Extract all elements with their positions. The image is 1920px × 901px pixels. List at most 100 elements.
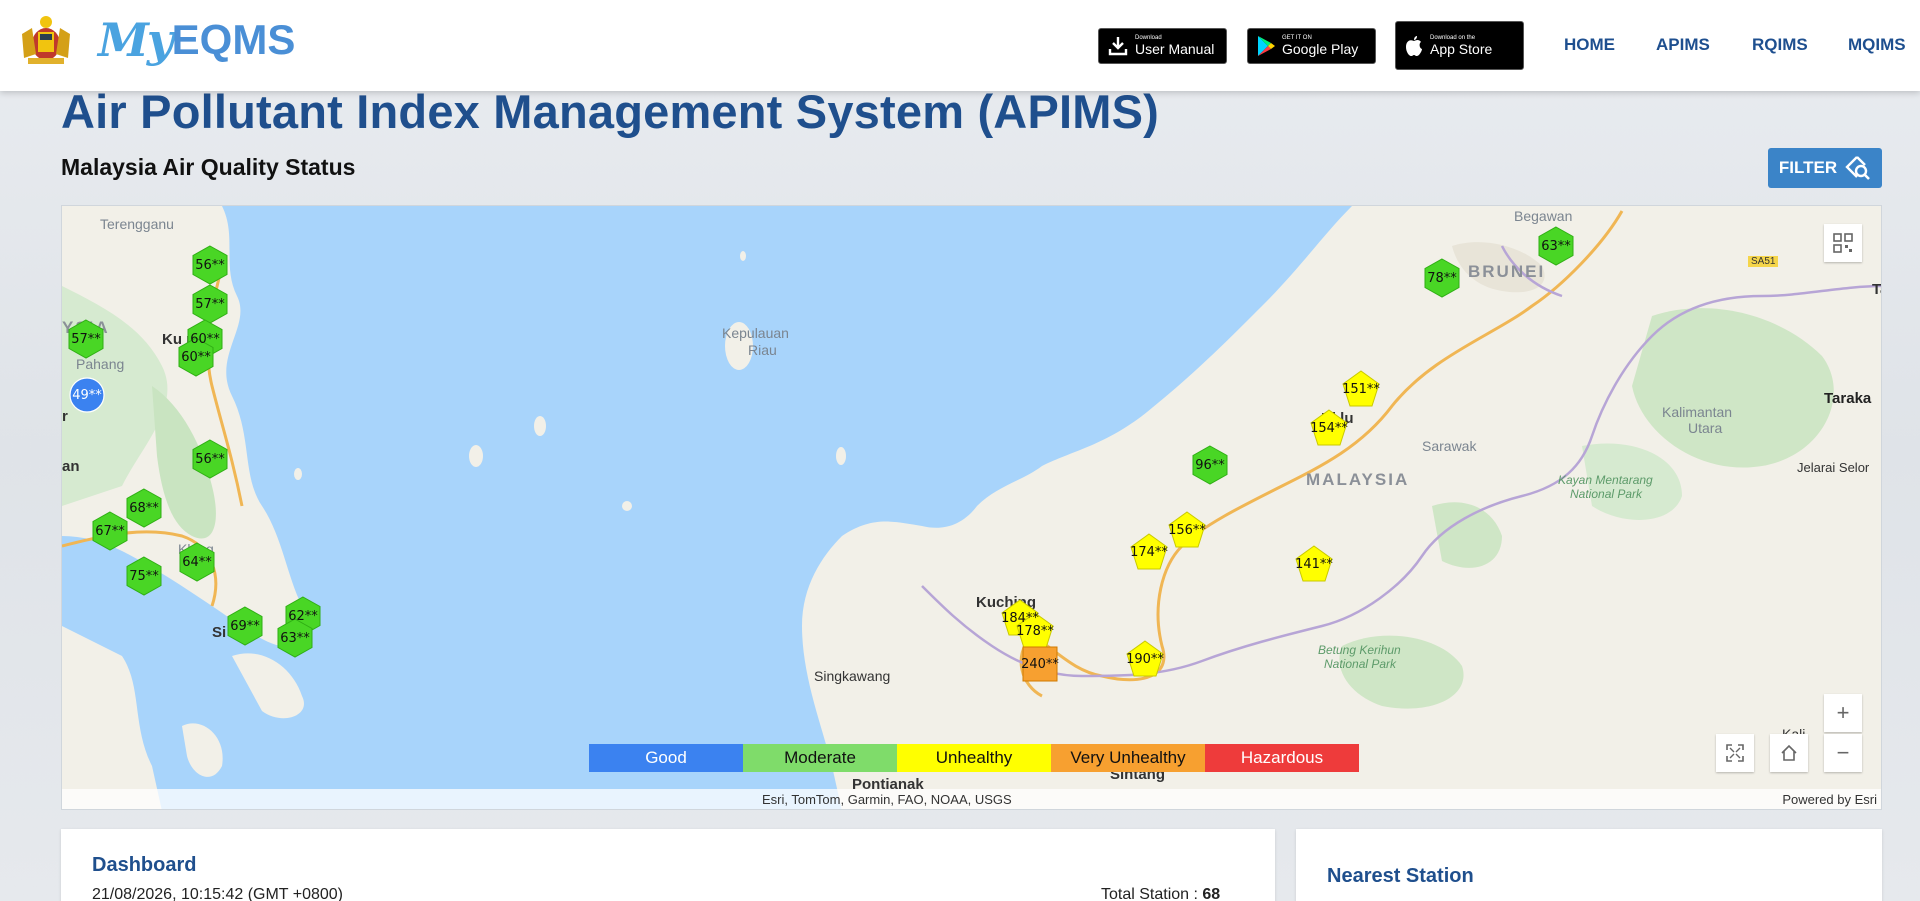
station-marker[interactable]: 156** (1167, 510, 1207, 550)
filter-label: FILTER (1778, 158, 1838, 177)
station-marker[interactable]: 174** (1129, 532, 1169, 572)
map-label-road-sign: SA51 (1748, 256, 1779, 267)
map-label-singkawang: Singkawang (814, 668, 891, 684)
download-user-manual-button[interactable]: Download User Manual (1098, 28, 1227, 64)
station-marker[interactable]: 151** (1341, 369, 1381, 409)
station-marker[interactable]: 64** (177, 542, 217, 582)
download-icon (1108, 37, 1128, 56)
air-quality-map[interactable]: Terengganu YSIA Pahang Ku n r an Klang S… (61, 205, 1882, 810)
map-label-terengganu: Terengganu (100, 216, 174, 232)
station-marker[interactable]: 154** (1309, 408, 1349, 448)
plus-icon: + (1836, 700, 1850, 725)
map-label-betung-1: Betung Kerihun (1318, 643, 1401, 657)
page-title: Air Pollutant Index Management System (A… (61, 85, 1160, 138)
legend-unhealthy: Unhealthy (897, 744, 1051, 772)
map-label-kayan-1: Kayan Mentarang (1558, 473, 1653, 487)
dashboard-datetime: 21/08/2026, 10:15:42 (GMT +0800) (92, 886, 343, 901)
station-marker[interactable]: 78** (1422, 258, 1462, 298)
manual-big-text: User Manual (1135, 41, 1215, 57)
map-label-begawan: Begawan (1514, 208, 1573, 224)
map-label-tarakan: Taraka (1824, 390, 1872, 407)
map-label-kepulauan: Kepulauan (722, 325, 789, 341)
station-api-value: 141** (1295, 556, 1333, 572)
station-api-value: 64** (182, 554, 212, 570)
legend-moderate: Moderate (743, 744, 897, 772)
map-label-ta: Ta (1872, 281, 1881, 298)
station-marker[interactable]: 49** (67, 375, 107, 415)
fullscreen-icon (1726, 744, 1744, 762)
legend-good: Good (589, 744, 743, 772)
google-big-text: Google Play (1282, 41, 1359, 57)
logo-my-text: My (98, 13, 174, 67)
station-api-value: 60** (190, 331, 220, 347)
map-label-kalimantan: Kalimantan (1662, 404, 1733, 420)
station-marker[interactable]: 75** (124, 556, 164, 596)
station-api-value: 68** (129, 500, 159, 516)
fullscreen-button[interactable] (1716, 734, 1754, 772)
zoom-in-button[interactable]: + (1824, 694, 1862, 732)
station-api-value: 63** (1541, 238, 1571, 254)
station-api-value: 57** (71, 331, 101, 347)
station-marker[interactable]: 57** (190, 284, 230, 324)
station-marker[interactable]: 141** (1294, 544, 1334, 584)
filter-search-icon (1845, 156, 1871, 180)
powered-by-esri[interactable]: Powered by Esri (1782, 792, 1877, 807)
station-api-value: 240** (1021, 656, 1059, 672)
map-label-betung-2: National Park (1324, 657, 1397, 671)
station-marker[interactable]: 56** (190, 439, 230, 479)
apple-icon (1406, 35, 1422, 56)
station-marker[interactable]: 56** (190, 245, 230, 285)
myeqms-logo[interactable]: My EQMS (98, 12, 295, 68)
zoom-out-button[interactable]: − (1824, 734, 1862, 772)
station-marker[interactable]: 68** (124, 488, 164, 528)
station-api-value: 154** (1310, 420, 1348, 436)
map-attribution-bar: Esri, TomTom, Garmin, FAO, NOAA, USGS Po… (62, 789, 1881, 809)
station-api-value: 62** (288, 608, 318, 624)
station-api-value: 156** (1168, 522, 1206, 538)
station-marker[interactable]: 63** (1536, 226, 1576, 266)
station-api-value: 56** (195, 257, 225, 273)
map-label-malaysia: MALAYSIA (1306, 470, 1410, 489)
station-api-value: 60** (181, 349, 211, 365)
station-api-value: 57** (195, 296, 225, 312)
station-marker[interactable]: 69** (225, 606, 265, 646)
minus-icon: − (1836, 740, 1850, 765)
app-store-button[interactable]: Download on the App Store (1395, 21, 1524, 70)
station-marker[interactable]: 67** (90, 511, 130, 551)
appstore-big-text: App Store (1430, 40, 1493, 57)
nav-apims-link[interactable]: APIMS (1656, 35, 1710, 55)
qr-code-button[interactable] (1824, 224, 1862, 262)
legend-very-unhealthy: Very Unhealthy (1051, 744, 1205, 772)
air-quality-legend: Good Moderate Unhealthy Very Unhealthy H… (589, 744, 1359, 772)
legend-hazardous: Hazardous (1205, 744, 1359, 772)
google-play-button[interactable]: GET IT ON Google Play (1247, 28, 1376, 64)
station-api-value: 151** (1342, 381, 1380, 397)
station-api-value: 190** (1126, 651, 1164, 667)
nav-rqims-link[interactable]: RQIMS (1752, 35, 1808, 55)
nav-mqims-link[interactable]: MQIMS (1848, 35, 1906, 55)
station-api-value: 178** (1016, 623, 1054, 639)
station-api-value: 174** (1130, 544, 1168, 560)
nearest-station-card: Nearest Station (1296, 829, 1882, 901)
map-basemap (62, 206, 1881, 809)
station-api-value: 75** (129, 568, 159, 584)
filter-button[interactable]: FILTER (1768, 148, 1882, 188)
map-label-utara: Utara (1688, 420, 1723, 436)
station-marker[interactable]: 96** (1190, 445, 1230, 485)
map-label-kayan-2: National Park (1570, 487, 1643, 501)
map-label-an: an (62, 458, 80, 475)
map-attribution-sources: Esri, TomTom, Garmin, FAO, NOAA, USGS (762, 792, 1012, 807)
station-marker[interactable]: 240** (1020, 644, 1060, 684)
nav-home-link[interactable]: HOME (1564, 35, 1615, 55)
station-marker[interactable]: 63** (275, 618, 315, 658)
dashboard-card: Dashboard 21/08/2026, 10:15:42 (GMT +080… (61, 829, 1275, 901)
home-icon (1781, 744, 1797, 761)
home-extent-button[interactable] (1770, 734, 1808, 772)
total-station-value: 68 (1202, 886, 1221, 901)
station-marker[interactable]: 57** (66, 319, 106, 359)
station-api-value: 56** (195, 451, 225, 467)
malaysia-coat-of-arms-logo (14, 14, 78, 66)
station-marker[interactable]: 190** (1125, 639, 1165, 679)
total-station-label: Total Station : (1101, 886, 1198, 901)
station-api-value: 69** (230, 618, 260, 634)
